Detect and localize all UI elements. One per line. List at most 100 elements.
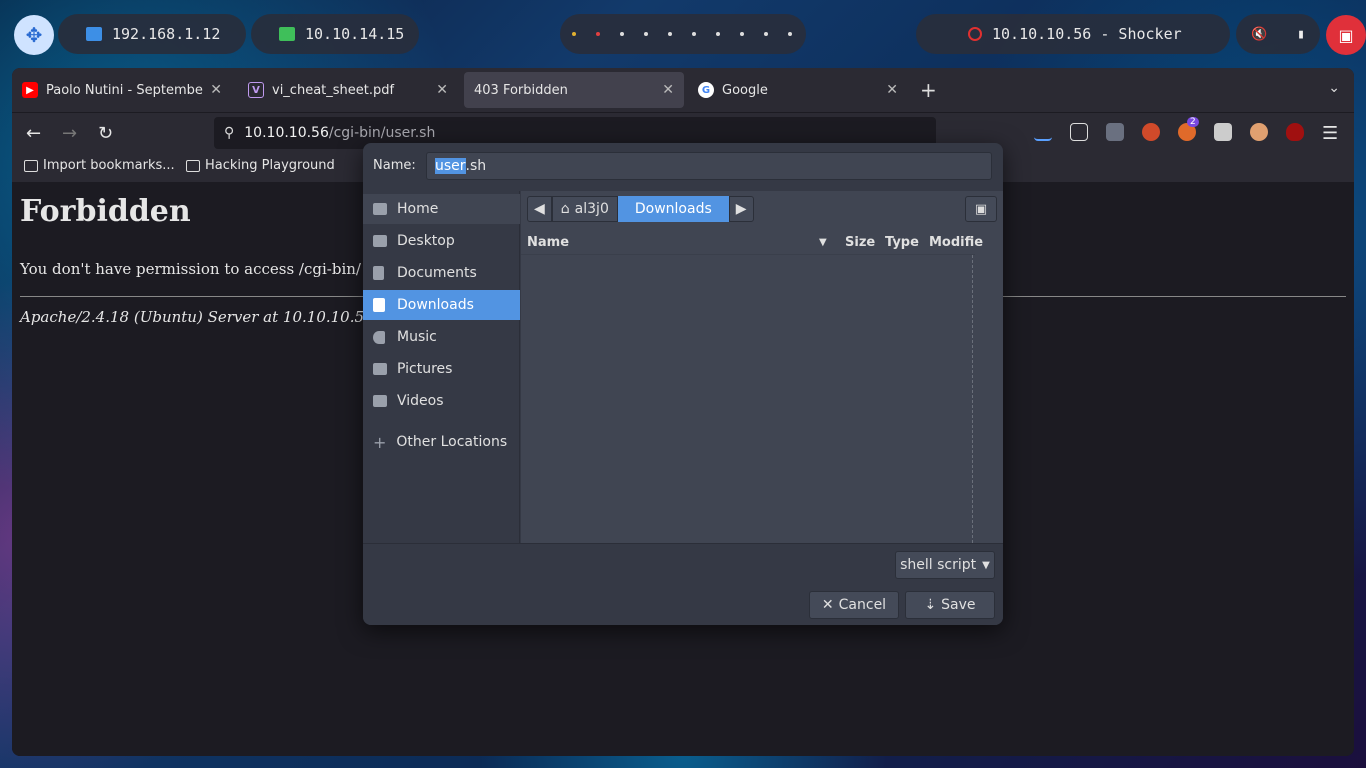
back-button[interactable]: ← bbox=[26, 123, 41, 144]
tab-list-button[interactable]: ⌄ bbox=[1328, 80, 1340, 96]
save-file-dialog: Name: user .sh Home Desktop Documents Dow… bbox=[363, 143, 1003, 625]
close-icon[interactable]: ✕ bbox=[210, 82, 222, 98]
tab-title: Google bbox=[722, 82, 768, 98]
extension-avatar-icon[interactable] bbox=[1250, 123, 1268, 141]
new-tab-button[interactable]: + bbox=[920, 78, 937, 102]
target-pill[interactable]: 10.10.10.56 - Shocker bbox=[916, 14, 1230, 54]
name-label: Name: bbox=[373, 158, 416, 173]
place-videos[interactable]: Videos bbox=[363, 386, 520, 416]
tab-forbidden[interactable]: 403 Forbidden ✕ bbox=[464, 72, 684, 108]
power-lock-button[interactable]: ▣ bbox=[1326, 15, 1366, 55]
close-icon[interactable]: ✕ bbox=[886, 82, 898, 98]
place-home[interactable]: Home bbox=[363, 194, 520, 224]
workspace-dot[interactable] bbox=[596, 32, 600, 36]
column-size[interactable]: Size bbox=[845, 235, 875, 250]
column-modified[interactable]: Modifie bbox=[929, 235, 983, 250]
place-label: Desktop bbox=[397, 233, 455, 249]
filter-label: shell script bbox=[900, 557, 977, 573]
bookmark-import[interactable]: Import bookmarks... bbox=[24, 158, 175, 173]
forward-button[interactable]: → bbox=[62, 123, 77, 144]
workspace-dot[interactable] bbox=[740, 32, 744, 36]
workspace-dot[interactable] bbox=[692, 32, 696, 36]
place-other-locations[interactable]: + Other Locations bbox=[363, 427, 520, 457]
place-music[interactable]: Music bbox=[363, 322, 520, 352]
cancel-label: Cancel bbox=[838, 597, 887, 613]
local-ip-pill[interactable]: 192.168.1.12 bbox=[58, 14, 246, 54]
name-row: Name: user .sh bbox=[363, 143, 1003, 189]
search-icon: ⚲ bbox=[224, 125, 235, 141]
local-ip-text: 192.168.1.12 bbox=[112, 25, 221, 43]
close-icon[interactable]: ✕ bbox=[436, 82, 448, 98]
place-downloads[interactable]: Downloads bbox=[363, 290, 520, 320]
path-forward-button[interactable]: ▶ bbox=[728, 196, 754, 222]
filename-selection: user bbox=[435, 158, 466, 174]
tab-pdf[interactable]: V vi_cheat_sheet.pdf ✕ bbox=[238, 72, 458, 108]
path-back-button[interactable]: ◀ bbox=[527, 196, 552, 222]
crumb-label: al3j0 bbox=[574, 201, 609, 217]
padlock-icon: ▣ bbox=[1338, 25, 1354, 45]
pdf-icon: V bbox=[248, 82, 264, 98]
reload-button[interactable]: ↻ bbox=[98, 123, 113, 144]
chevron-left-icon: ◀ bbox=[534, 201, 545, 217]
folder-icon bbox=[186, 159, 200, 172]
extension-glasses-icon[interactable] bbox=[1106, 123, 1124, 141]
tab-title: 403 Forbidden bbox=[474, 82, 568, 98]
extensions-icon[interactable] bbox=[1070, 123, 1088, 141]
tab-bar: ▶ Paolo Nutini - September 2 ✕ V vi_chea… bbox=[12, 68, 1354, 112]
extension-santa-icon[interactable] bbox=[1142, 123, 1160, 141]
launcher-button[interactable]: ✥ bbox=[14, 15, 54, 55]
document-icon bbox=[373, 266, 384, 280]
new-folder-button[interactable]: ▣ bbox=[965, 196, 997, 222]
downloads-icon[interactable] bbox=[1034, 123, 1052, 141]
save-button[interactable]: ⇣ Save bbox=[905, 591, 995, 619]
download-icon bbox=[373, 298, 385, 312]
laptop-icon bbox=[279, 27, 295, 41]
column-name[interactable]: Name bbox=[527, 235, 569, 250]
volume-muted-icon[interactable]: 🔇 bbox=[1251, 27, 1267, 42]
path-crumb-downloads[interactable]: Downloads bbox=[617, 196, 729, 222]
chevron-down-icon: ▼ bbox=[982, 559, 990, 571]
top-panel: ✥ 192.168.1.12 10.10.14.15 10.10.10.56 -… bbox=[0, 14, 1366, 56]
workspace-dot[interactable] bbox=[764, 32, 768, 36]
file-type-filter[interactable]: shell script ▼ bbox=[895, 551, 995, 579]
workspace-dot[interactable] bbox=[572, 32, 576, 36]
ublock-icon[interactable] bbox=[1286, 123, 1304, 141]
lock-icon[interactable]: ▮ bbox=[1297, 27, 1305, 42]
workspace-dot[interactable] bbox=[620, 32, 624, 36]
menu-icon[interactable]: ☰ bbox=[1322, 123, 1338, 144]
place-label: Videos bbox=[397, 393, 444, 409]
column-type[interactable]: Type bbox=[885, 235, 919, 250]
place-desktop[interactable]: Desktop bbox=[363, 226, 520, 256]
place-documents[interactable]: Documents bbox=[363, 258, 520, 288]
place-pictures[interactable]: Pictures bbox=[363, 354, 520, 384]
chevron-down-icon: ⌄ bbox=[1328, 80, 1340, 96]
google-icon: G bbox=[698, 82, 714, 98]
plus-icon: + bbox=[373, 432, 387, 452]
tab-title: Paolo Nutini - September 2 bbox=[46, 82, 205, 98]
filename-input[interactable]: user .sh bbox=[426, 152, 992, 180]
plus-icon: + bbox=[920, 78, 937, 102]
place-label: Downloads bbox=[397, 297, 474, 313]
workspaces-pill[interactable] bbox=[560, 14, 806, 54]
workspace-dot[interactable] bbox=[668, 32, 672, 36]
extension-badge: 2 bbox=[1187, 117, 1199, 127]
bookmark-hacking-playground[interactable]: Hacking Playground bbox=[186, 158, 335, 173]
youtube-icon: ▶ bbox=[22, 82, 38, 98]
close-icon[interactable]: ✕ bbox=[662, 82, 674, 98]
workspace-dot[interactable] bbox=[788, 32, 792, 36]
file-list[interactable] bbox=[521, 255, 973, 543]
tab-title: vi_cheat_sheet.pdf bbox=[272, 82, 395, 98]
extension-ninja-icon[interactable] bbox=[1214, 123, 1232, 141]
tab-google[interactable]: G Google ✕ bbox=[688, 72, 908, 108]
crumb-label: Downloads bbox=[634, 201, 712, 217]
workspace-dot[interactable] bbox=[716, 32, 720, 36]
import-icon bbox=[24, 159, 38, 172]
sort-arrow-icon: ▼ bbox=[819, 237, 827, 248]
workspace-dot[interactable] bbox=[644, 32, 648, 36]
path-crumb-home[interactable]: ⌂ al3j0 bbox=[551, 196, 618, 222]
tab-youtube[interactable]: ▶ Paolo Nutini - September 2 ✕ bbox=[12, 72, 232, 108]
cancel-button[interactable]: ✕ Cancel bbox=[809, 591, 899, 619]
dialog-footer: shell script ▼ ✕ Cancel ⇣ Save bbox=[363, 543, 1003, 625]
place-label: Home bbox=[397, 201, 439, 217]
vpn-ip-pill[interactable]: 10.10.14.15 bbox=[251, 14, 419, 54]
